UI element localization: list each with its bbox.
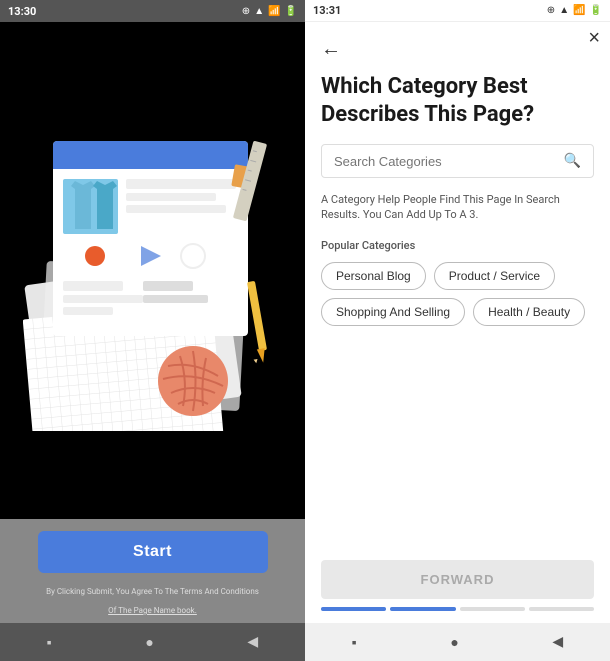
right-footer: FORWARD xyxy=(305,550,610,623)
illustration-svg xyxy=(23,111,283,431)
progress-segment-1 xyxy=(390,607,455,611)
category-chip-0[interactable]: Personal Blog xyxy=(321,262,426,290)
terms-area: By Clicking Submit, You Agree To The Ter… xyxy=(46,579,259,617)
categories-grid: Personal Blog Product / Service Shopping… xyxy=(321,262,594,326)
status-bar-right: 13:31 ⊕ ▲ 📶 🔋 xyxy=(305,0,610,22)
nav-bar-left: ▪ ● ◀ xyxy=(0,623,305,661)
progress-bar xyxy=(321,607,594,611)
category-chip-3[interactable]: Health / Beauty xyxy=(473,298,585,326)
category-chip-1[interactable]: Product / Service xyxy=(434,262,555,290)
progress-segment-2 xyxy=(460,607,525,611)
nav-icon-back-right: ◀ xyxy=(552,634,563,650)
helper-text: A Category Help People Find This Page In… xyxy=(321,192,594,223)
nav-icon-square-left: ▪ xyxy=(47,634,52,651)
page-title: Which Category Best Describes This Page? xyxy=(321,73,594,128)
progress-segment-3 xyxy=(529,607,594,611)
nav-icon-circle-left: ● xyxy=(145,634,153,651)
status-icons-left: ⊕ ▲ 📶 🔋 xyxy=(242,6,297,17)
bottom-bar-left: Start By Clicking Submit, You Agree To T… xyxy=(0,519,305,623)
nav-icon-square-right: ▪ xyxy=(352,634,357,651)
start-button[interactable]: Start xyxy=(38,531,268,573)
terms-link: Of The Page Name book. xyxy=(108,606,197,615)
time-left: 13:30 xyxy=(8,5,36,18)
category-chip-2[interactable]: Shopping And Selling xyxy=(321,298,465,326)
forward-button[interactable]: FORWARD xyxy=(321,560,594,599)
search-icon: 🔍 xyxy=(564,153,581,169)
status-bar-left: 13:30 ⊕ ▲ 📶 🔋 xyxy=(0,0,305,22)
time-right: 13:31 xyxy=(313,4,341,17)
popular-label: Popular Categories xyxy=(321,239,594,252)
close-button[interactable]: × xyxy=(588,27,600,50)
search-input[interactable] xyxy=(334,154,556,169)
right-content: ← × Which Category Best Describes This P… xyxy=(305,22,610,550)
nav-icon-back-left: ◀ xyxy=(247,634,258,650)
progress-segment-0 xyxy=(321,607,386,611)
nav-icon-circle-right: ● xyxy=(450,634,458,651)
illustration-area xyxy=(0,22,305,519)
search-bar[interactable]: 🔍 xyxy=(321,144,594,178)
back-button[interactable]: ← xyxy=(321,36,594,61)
terms-text: By Clicking Submit, You Agree To The Ter… xyxy=(46,587,259,596)
status-icons-right: ⊕ ▲ 📶 🔋 xyxy=(547,5,602,16)
nav-bar-right: ▪ ● ◀ xyxy=(305,623,610,661)
